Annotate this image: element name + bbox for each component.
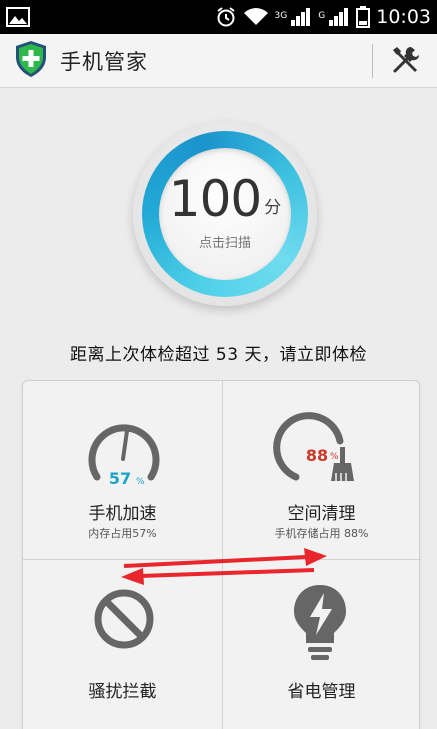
clean-gauge-unit: % <box>330 452 339 462</box>
header-divider <box>372 44 373 78</box>
scan-label: 点击扫描 <box>198 235 251 251</box>
tile-title-block: 骚扰拦截 <box>88 682 157 702</box>
clean-gauge-value: 88 <box>306 446 328 465</box>
speed-gauge-value: 57 <box>109 469 131 488</box>
tile-power-manage[interactable]: 省电管理 <box>222 559 421 729</box>
score-value: 100 <box>168 169 262 228</box>
tile-space-clean[interactable]: 88 % 空间清理 手机存储占用 88% <box>222 381 421 559</box>
power-bulb-icon <box>294 585 346 660</box>
clock: 10:03 <box>376 6 431 28</box>
scan-score-button[interactable]: 100 分 点击扫描 <box>133 122 317 306</box>
alarm-icon <box>215 6 237 28</box>
signal-strength-icon <box>290 7 312 27</box>
tile-title-power: 省电管理 <box>287 682 356 702</box>
battery-icon <box>356 6 371 28</box>
tools-icon <box>391 43 423 79</box>
feature-grid: 57 % 手机加速 内存占用57% 88 % 空间清理 手机存储占用 88% 骚… <box>22 380 421 729</box>
score-unit: 分 <box>264 197 282 218</box>
speed-gauge-unit: % <box>136 477 145 487</box>
app-header: 手机管家 <box>0 34 437 88</box>
wifi-icon <box>243 7 269 27</box>
status-bar: 3G G 10:03 <box>0 0 437 34</box>
score-center: 100 分 点击扫描 <box>159 148 291 280</box>
tools-button[interactable] <box>388 43 426 79</box>
tile-subtitle-clean: 手机存储占用 88% <box>274 527 369 540</box>
tile-title-speedup: 手机加速 <box>88 504 157 524</box>
network-type-label-2: G <box>318 11 326 21</box>
tile-subtitle-speedup: 内存占用57% <box>88 527 157 540</box>
gallery-notification-icon <box>6 7 30 27</box>
shield-plus-icon <box>14 40 48 82</box>
tile-title-clean: 空间清理 <box>287 504 356 524</box>
tile-harass-block[interactable]: 骚扰拦截 <box>23 559 222 729</box>
exam-notice: 距离上次体检超过 53 天，请立即体检 <box>70 345 367 365</box>
network-type-label: 3G <box>274 11 288 21</box>
signal-strength-icon-2 <box>328 7 350 27</box>
tile-phone-speedup[interactable]: 57 % 手机加速 内存占用57% <box>23 381 222 559</box>
app-title: 手机管家 <box>60 49 148 74</box>
block-icon <box>94 589 154 649</box>
